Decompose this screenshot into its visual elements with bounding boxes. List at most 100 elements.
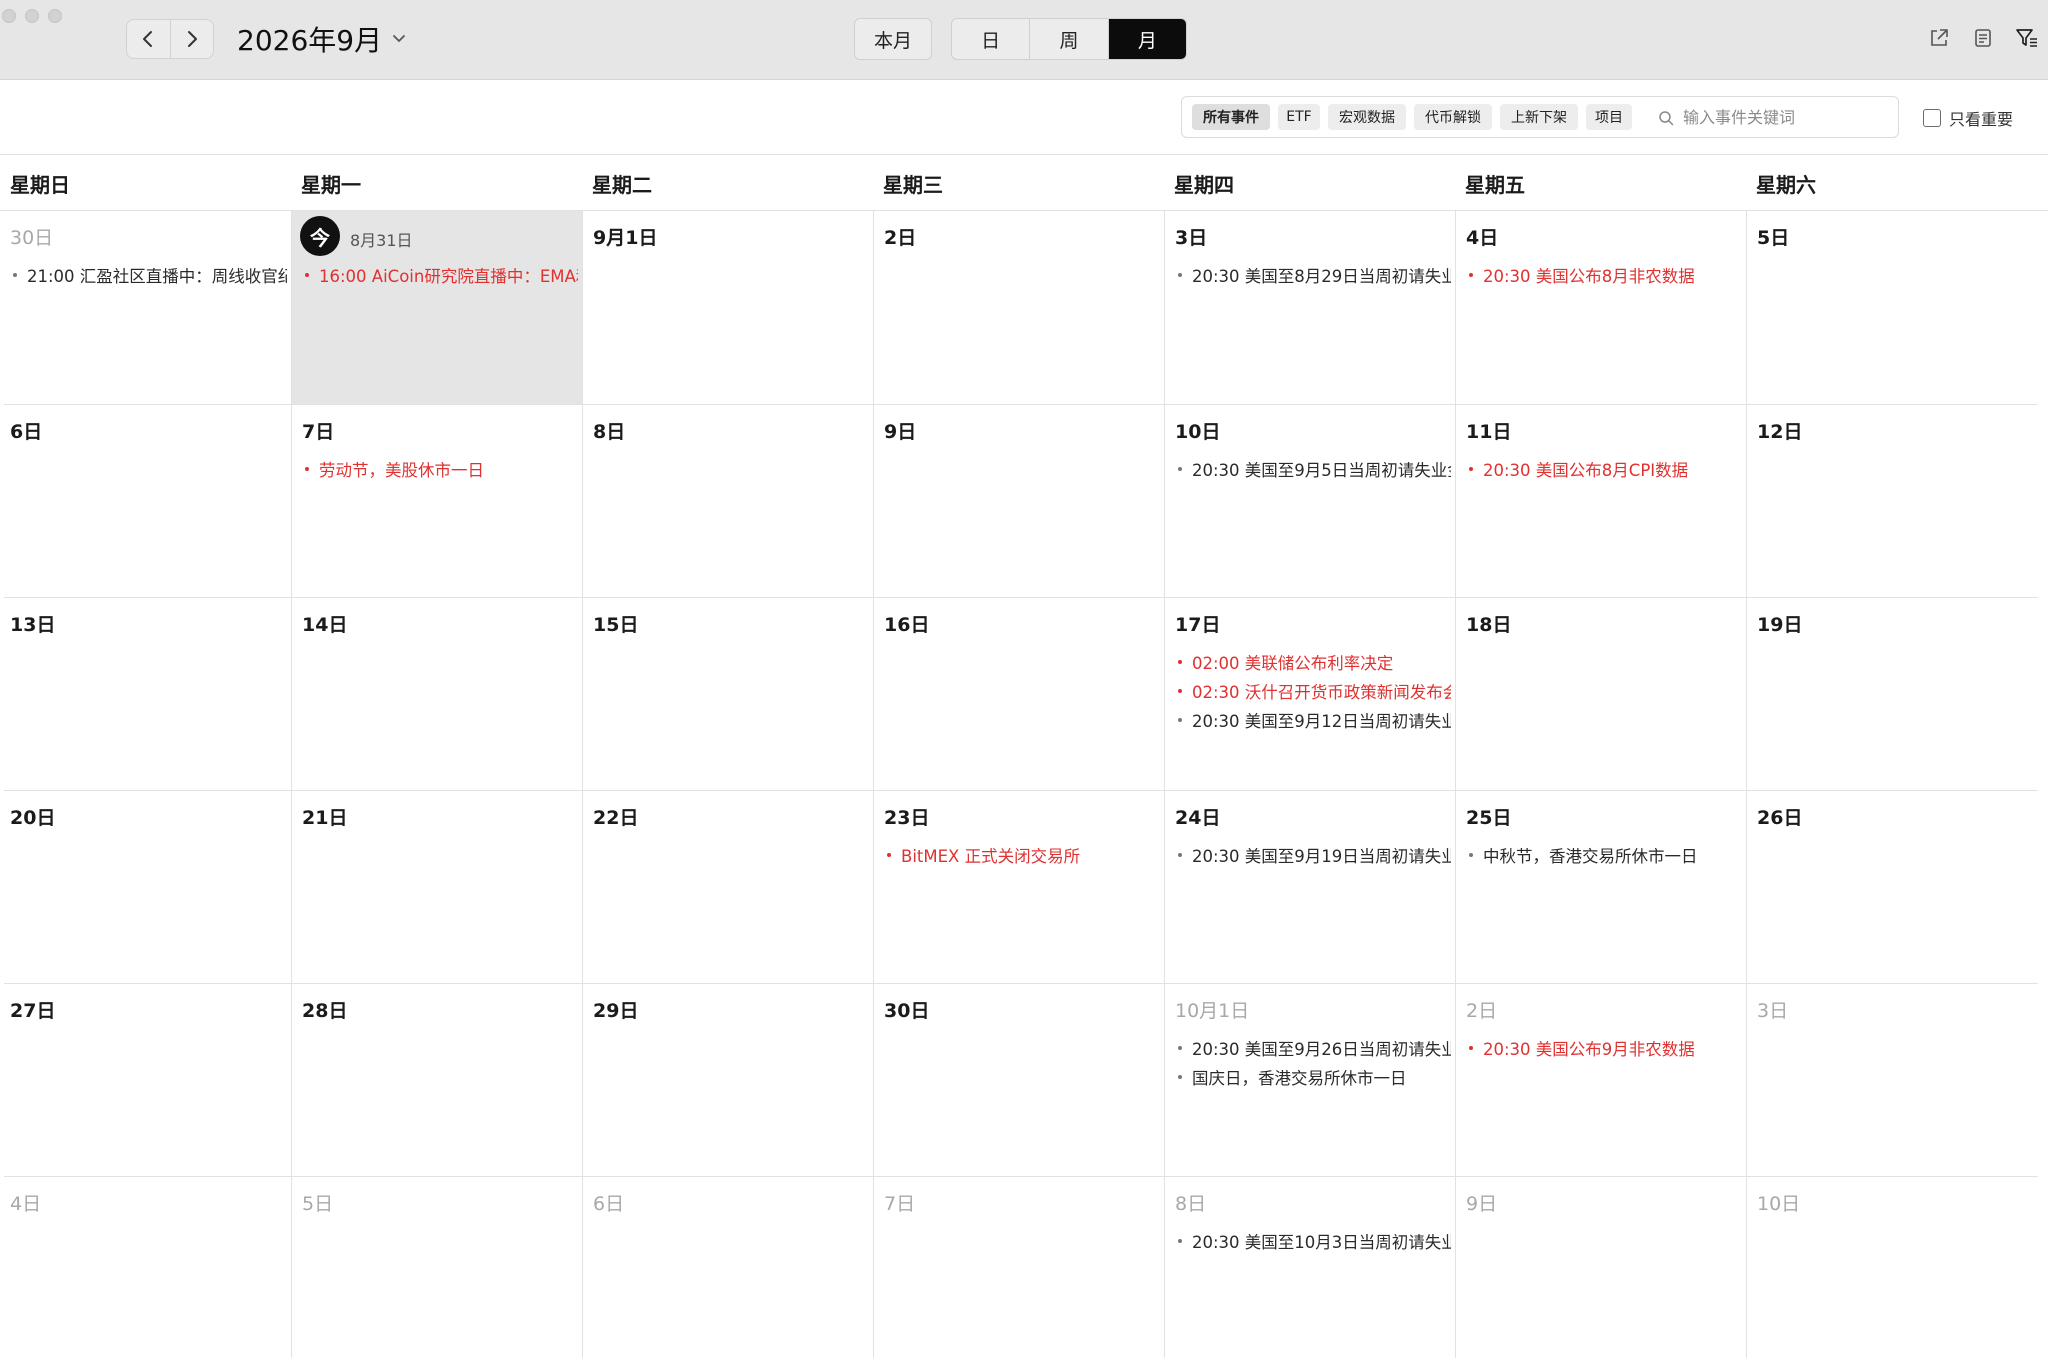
filter-chip-etf[interactable]: ETF	[1278, 104, 1320, 130]
day-cell[interactable]: 10日	[1747, 1177, 2037, 1358]
month-picker[interactable]: 2026年9月	[237, 19, 406, 59]
day-cell[interactable]: 26日	[1747, 791, 2037, 983]
calendar-event[interactable]: 20:30 美国至9月19日当周初请失业金人数	[1175, 840, 1451, 869]
day-cell[interactable]: 8日 20:30 美国至10月3日当周初请失业金人数	[1165, 1177, 1455, 1358]
day-cell[interactable]: 22日	[583, 791, 873, 983]
event-dot-icon	[1178, 466, 1182, 471]
day-number: 30日	[884, 1000, 930, 1022]
month-grid: 30日 21:00 汇盈社区直播中：周线收官纪实今 8月31日 16:00 AiCoi…	[0, 211, 2048, 1358]
day-cell[interactable]: 20日	[0, 791, 291, 983]
day-cell[interactable]: 24日 20:30 美国至9月19日当周初请失业金人数	[1165, 791, 1455, 983]
day-cell[interactable]: 30日	[874, 984, 1164, 1176]
day-cell[interactable]: 4日 20:30 美国公布8月非农数据	[1456, 211, 1746, 404]
important-event[interactable]: 20:30 美国公布9月非农数据	[1466, 1033, 1742, 1062]
window-zoom-button[interactable]	[48, 9, 62, 23]
prev-month-button[interactable]	[127, 20, 170, 58]
day-cell[interactable]: 15日	[583, 598, 873, 790]
calendar-event[interactable]: 20:30 美国至9月26日当周初请失业金人数	[1175, 1033, 1451, 1062]
important-event[interactable]: 02:00 美联储公布利率决定	[1175, 647, 1451, 676]
day-cell[interactable]: 3日 20:30 美国至8月29日当周初请失业金人数	[1165, 211, 1455, 404]
day-cell[interactable]: 10日 20:30 美国至9月5日当周初请失业金人数	[1165, 405, 1455, 597]
filter-chip-all[interactable]: 所有事件	[1192, 104, 1270, 130]
day-cell[interactable]: 6日	[0, 405, 291, 597]
day-cell[interactable]: 6日	[583, 1177, 873, 1358]
important-event[interactable]: 16:00 AiCoin研究院直播中：EMA和	[302, 260, 578, 289]
filter-chip-listing[interactable]: 上新下架	[1500, 104, 1578, 130]
day-cell[interactable]: 19日	[1747, 598, 2037, 790]
day-cell[interactable]: 2日 20:30 美国公布9月非农数据	[1456, 984, 1746, 1176]
filter-chip-macro[interactable]: 宏观数据	[1328, 104, 1406, 130]
day-cell[interactable]: 12日	[1747, 405, 2037, 597]
day-cell[interactable]: 5日	[1747, 211, 2037, 404]
day-cell[interactable]: 3日	[1747, 984, 2037, 1176]
day-cell[interactable]: 28日	[292, 984, 582, 1176]
calendar-event[interactable]: 20:30 美国至9月5日当周初请失业金人数	[1175, 454, 1451, 483]
important-event[interactable]: 02:30 沃什召开货币政策新闻发布会	[1175, 676, 1451, 705]
calendar-event[interactable]: 20:30 美国至10月3日当周初请失业金人数	[1175, 1226, 1451, 1255]
notes-icon[interactable]	[1971, 26, 1995, 50]
day-cell[interactable]: 9日	[874, 405, 1164, 597]
day-cell[interactable]: 5日	[292, 1177, 582, 1358]
important-event[interactable]: 劳动节，美股休市一日	[302, 454, 578, 483]
day-cell[interactable]: 16日	[874, 598, 1164, 790]
event-title: 中秋节，香港交易所休市一日	[1483, 846, 1698, 866]
event-list: 20:30 美国至9月26日当周初请失业金人数国庆日，香港交易所休市一日	[1175, 1033, 1451, 1091]
only-important-toggle[interactable]: 只看重要	[1923, 106, 2013, 130]
day-cell[interactable]: 21日	[292, 791, 582, 983]
important-event[interactable]: 20:30 美国公布8月CPI数据	[1466, 454, 1742, 483]
day-number: 2日	[1466, 1000, 1498, 1022]
day-number: 10月1日	[1175, 1000, 1250, 1022]
day-number: 9日	[1466, 1193, 1498, 1215]
event-list: 21:00 汇盈社区直播中：周线收官纪实	[10, 260, 287, 289]
share-icon[interactable]	[1927, 26, 1951, 50]
filter-icon[interactable]	[2015, 26, 2039, 50]
day-cell[interactable]: 29日	[583, 984, 873, 1176]
day-cell[interactable]: 30日 21:00 汇盈社区直播中：周线收官纪实	[0, 211, 291, 404]
important-event[interactable]: BitMEX 正式关闭交易所	[884, 840, 1160, 869]
day-cell[interactable]: 10月1日 20:30 美国至9月26日当周初请失业金人数国庆日，香港交易所休市一…	[1165, 984, 1455, 1176]
day-number: 15日	[593, 614, 639, 636]
day-cell[interactable]: 25日 中秋节，香港交易所休市一日	[1456, 791, 1746, 983]
view-switcher: 日 周 月	[951, 18, 1187, 60]
view-day-button[interactable]: 日	[952, 19, 1029, 59]
view-month-button[interactable]: 月	[1107, 19, 1186, 59]
day-cell[interactable]: 4日	[0, 1177, 291, 1358]
calendar-event[interactable]: 21:00 汇盈社区直播中：周线收官纪实	[10, 260, 287, 289]
window-close-button[interactable]	[2, 9, 16, 23]
filter-chip-project[interactable]: 项目	[1586, 104, 1632, 130]
calendar-event[interactable]: 中秋节，香港交易所休市一日	[1466, 840, 1742, 869]
day-cell[interactable]: 27日	[0, 984, 291, 1176]
day-cell[interactable]: 13日	[0, 598, 291, 790]
next-month-button[interactable]	[169, 20, 214, 58]
event-dot-icon	[1178, 1045, 1182, 1050]
day-cell[interactable]: 11日 20:30 美国公布8月CPI数据	[1456, 405, 1746, 597]
day-cell[interactable]: 17日 02:00 美联储公布利率决定 02:30 沃什召开货币政策新闻发布会 20:…	[1165, 598, 1455, 790]
calendar-event[interactable]: 20:30 美国至8月29日当周初请失业金人数	[1175, 260, 1451, 289]
day-cell[interactable]: 18日	[1456, 598, 1746, 790]
event-title: 21:00 汇盈社区直播中：周线收官纪实	[27, 266, 287, 286]
day-cell[interactable]: 23日 BitMEX 正式关闭交易所	[874, 791, 1164, 983]
filter-chip-unlock[interactable]: 代币解锁	[1414, 104, 1492, 130]
day-cell[interactable]: 7日	[874, 1177, 1164, 1358]
chevron-down-icon	[392, 34, 406, 44]
day-cell[interactable]: 7日 劳动节，美股休市一日	[292, 405, 582, 597]
event-search-input[interactable]	[1683, 103, 1883, 131]
important-event[interactable]: 20:30 美国公布8月非农数据	[1466, 260, 1742, 289]
weekday-mon: 星期一	[301, 172, 361, 197]
day-cell[interactable]: 9月1日	[583, 211, 873, 404]
only-important-checkbox[interactable]	[1923, 109, 1941, 127]
calendar-event[interactable]: 国庆日，香港交易所休市一日	[1175, 1062, 1451, 1091]
day-cell[interactable]: 8日	[583, 405, 873, 597]
weekday-header: 星期日 星期一 星期二 星期三 星期四 星期五 星期六	[0, 154, 2048, 211]
window-minimize-button[interactable]	[25, 9, 39, 23]
day-cell[interactable]: 9日	[1456, 1177, 1746, 1358]
day-cell[interactable]: 2日	[874, 211, 1164, 404]
event-list: 02:00 美联储公布利率决定 02:30 沃什召开货币政策新闻发布会 20:30 …	[1175, 647, 1451, 734]
day-cell[interactable]: 14日	[292, 598, 582, 790]
day-cell[interactable]: 今 8月31日 16:00 AiCoin研究院直播中：EMA和	[292, 211, 582, 404]
calendar-event[interactable]: 20:30 美国至9月12日当周初请失业金人数	[1175, 705, 1451, 734]
day-number: 3日	[1175, 227, 1208, 249]
event-dot-icon	[887, 852, 891, 857]
current-month-button[interactable]: 本月	[854, 18, 932, 60]
view-week-button[interactable]: 周	[1029, 19, 1107, 59]
